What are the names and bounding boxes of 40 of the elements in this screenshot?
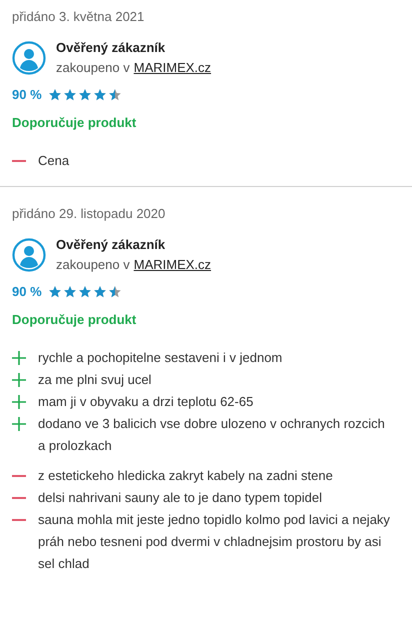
star-icon bbox=[78, 285, 92, 299]
star-icon bbox=[62, 88, 77, 102]
avatar-icon bbox=[12, 238, 46, 272]
point-text: za me plni svuj ucel bbox=[38, 371, 152, 389]
minus-icon bbox=[12, 519, 26, 521]
point-text: rychle a pochopitelne sestaveni i v jednom bbox=[38, 349, 284, 367]
purchase-label: zakoupeno v bbox=[56, 59, 130, 77]
plus-icon bbox=[12, 395, 26, 409]
recommendation-label: Doporučuje produkt bbox=[12, 114, 138, 132]
review-date: přidáno 29. listopadu 2020 bbox=[12, 205, 166, 223]
point-text: mam ji v obyvaku a drzi teplotu 62-65 bbox=[38, 393, 254, 411]
star-icon bbox=[62, 285, 77, 299]
star-icon bbox=[92, 88, 107, 102]
plus-icon bbox=[12, 373, 26, 387]
author-name: Ověřený zákazník bbox=[56, 236, 166, 254]
star-icon bbox=[108, 285, 122, 299]
avatar-icon bbox=[12, 41, 46, 75]
plus-icon bbox=[12, 351, 26, 365]
point-text: z estetickeho hledicka zakryt kabely na zadni stene bbox=[38, 467, 334, 485]
star-icon bbox=[48, 285, 62, 299]
star-icon bbox=[92, 285, 107, 299]
recommendation-label: Doporučuje produkt bbox=[12, 311, 138, 329]
minus-icon bbox=[12, 160, 26, 162]
minus-icon bbox=[12, 497, 26, 499]
point-text: dodano ve 3 balicich vse dobre ulozeno v ochranych rozcich a prolozkach bbox=[38, 415, 386, 455]
point-text: sauna mohla mit jeste jedno topidlo kolmo pod lavici a nejaky práh nebo tesneni pod dvermi v chladnejsim prostoru by asi sel chlad bbox=[38, 511, 391, 573]
purchase-label: zakoupeno v bbox=[56, 256, 130, 274]
author-name: Ověřený zákazník bbox=[56, 39, 166, 57]
plus-icon bbox=[12, 417, 26, 431]
shop-link[interactable]: MARIMEX.cz bbox=[134, 255, 212, 275]
rating-percent: 90 % bbox=[12, 86, 42, 104]
review-date: přidáno 3. května 2021 bbox=[12, 8, 146, 26]
minus-icon bbox=[12, 475, 26, 477]
rating-percent: 90 % bbox=[12, 283, 42, 301]
point-text: Cena bbox=[38, 152, 70, 170]
star-icon bbox=[48, 88, 62, 102]
shop-link[interactable]: MARIMEX.cz bbox=[134, 58, 212, 78]
star-icon bbox=[108, 88, 122, 102]
star-icon bbox=[78, 88, 92, 102]
point-text: delsi nahrivani sauny ale to je dano typem topidel bbox=[38, 489, 324, 507]
